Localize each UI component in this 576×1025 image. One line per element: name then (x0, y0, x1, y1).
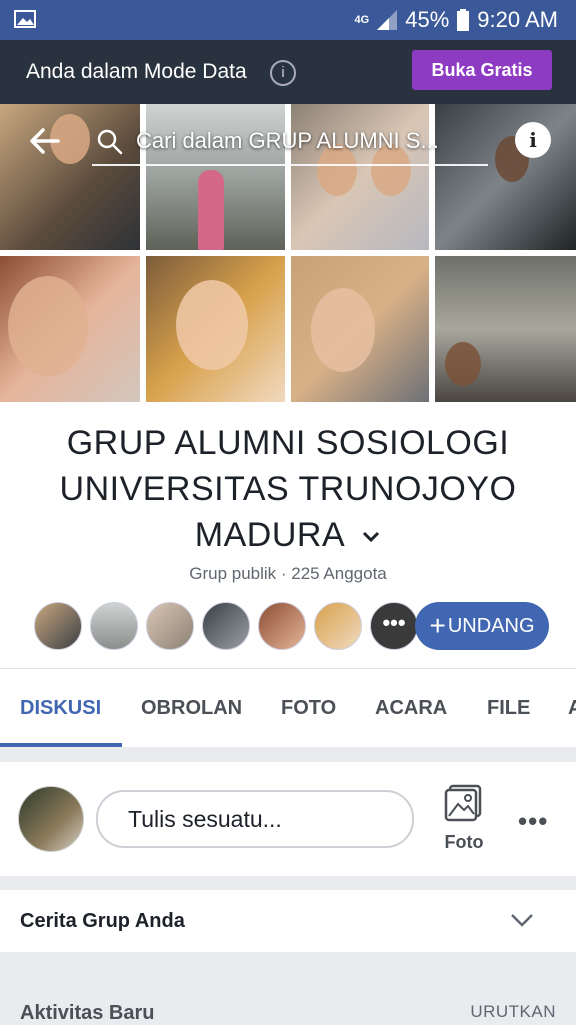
info-icon[interactable]: i (270, 60, 296, 86)
data-mode-banner: Anda dalam Mode Data i Buka Gratis (0, 40, 576, 104)
clock: 9:20 AM (477, 7, 558, 32)
tab-foto[interactable]: FOTO (281, 697, 336, 720)
avatar[interactable] (258, 602, 306, 650)
status-right: 4G 45% 9:20 AM (355, 6, 558, 34)
chevron-down-icon[interactable] (361, 530, 381, 544)
status-bar: 4G 45% 9:20 AM (0, 0, 576, 40)
tab-file[interactable]: FILE (487, 697, 530, 720)
network-indicator: 4G (354, 14, 370, 26)
tab-obrolan[interactable]: OBROLAN (141, 697, 242, 720)
avatar[interactable] (18, 786, 84, 852)
plus-icon: + (429, 610, 446, 641)
invite-button[interactable]: + UNDANG (415, 602, 549, 650)
free-mode-button[interactable]: Buka Gratis (412, 50, 552, 90)
group-tabs: DISKUSI OBROLAN FOTO ACARA FILE A (0, 668, 576, 747)
group-title-line-3: MADURA (194, 516, 344, 554)
avatar[interactable] (314, 602, 362, 650)
cover-photo-8 (435, 256, 576, 402)
photo-icon (444, 784, 482, 822)
group-story-section[interactable]: Cerita Grup Anda (0, 890, 576, 952)
activity-label: Aktivitas Baru (20, 1002, 155, 1024)
write-post-input[interactable]: Tulis sesuatu... (96, 790, 414, 848)
group-title-line-2: UNIVERSITAS TRUNOJOYO (59, 470, 517, 508)
group-info-button[interactable]: i (515, 122, 551, 158)
tab-diskusi[interactable]: DISKUSI (20, 697, 101, 720)
avatar[interactable] (146, 602, 194, 650)
more-members-button[interactable]: ••• (370, 602, 418, 650)
signal-icon (377, 10, 398, 30)
search-icon (97, 129, 123, 155)
avatar[interactable] (90, 602, 138, 650)
search-underline (92, 164, 488, 166)
data-mode-message: Anda dalam Mode Data (26, 60, 247, 83)
gallery-icon (14, 10, 36, 28)
post-composer: Tulis sesuatu... Foto ••• (0, 762, 576, 876)
tab-acara[interactable]: ACARA (375, 697, 447, 720)
group-title[interactable]: GRUP ALUMNI SOSIOLOGI UNIVERSITAS TRUNOJ… (20, 420, 556, 558)
more-options-button[interactable]: ••• (518, 806, 548, 837)
member-avatars[interactable]: ••• (34, 602, 418, 652)
avatar[interactable] (202, 602, 250, 650)
cover-photo-6 (146, 256, 285, 402)
avatar[interactable] (34, 602, 82, 650)
activity-header: Aktivitas Baru URUTKAN (0, 966, 576, 1024)
group-title-line-1: GRUP ALUMNI SOSIOLOGI (66, 424, 510, 462)
group-search-bar: Cari dalam GRUP ALUMNI S... (0, 116, 576, 166)
photo-label: Foto (444, 832, 484, 852)
chevron-down-icon[interactable] (510, 912, 534, 928)
search-input[interactable]: Cari dalam GRUP ALUMNI S... (136, 128, 439, 154)
cover-photo-7 (291, 256, 429, 402)
back-arrow-icon[interactable] (30, 128, 60, 154)
cover-photo-5 (0, 256, 140, 402)
battery-percent: 45% (405, 7, 450, 32)
group-header: GRUP ALUMNI SOSIOLOGI UNIVERSITAS TRUNOJ… (0, 402, 576, 668)
group-meta: Grup publik · 225 Anggota (189, 564, 387, 583)
photo-button[interactable]: Foto (434, 782, 494, 862)
tab-partial[interactable]: A (568, 697, 576, 720)
story-label: Cerita Grup Anda (20, 910, 185, 932)
battery-icon (457, 9, 470, 31)
active-tab-indicator (0, 743, 122, 747)
info-icon: i (529, 128, 537, 152)
sort-button[interactable]: URUTKAN (470, 1002, 556, 1022)
invite-label: UNDANG (447, 615, 535, 637)
write-post-placeholder: Tulis sesuatu... (128, 806, 282, 832)
